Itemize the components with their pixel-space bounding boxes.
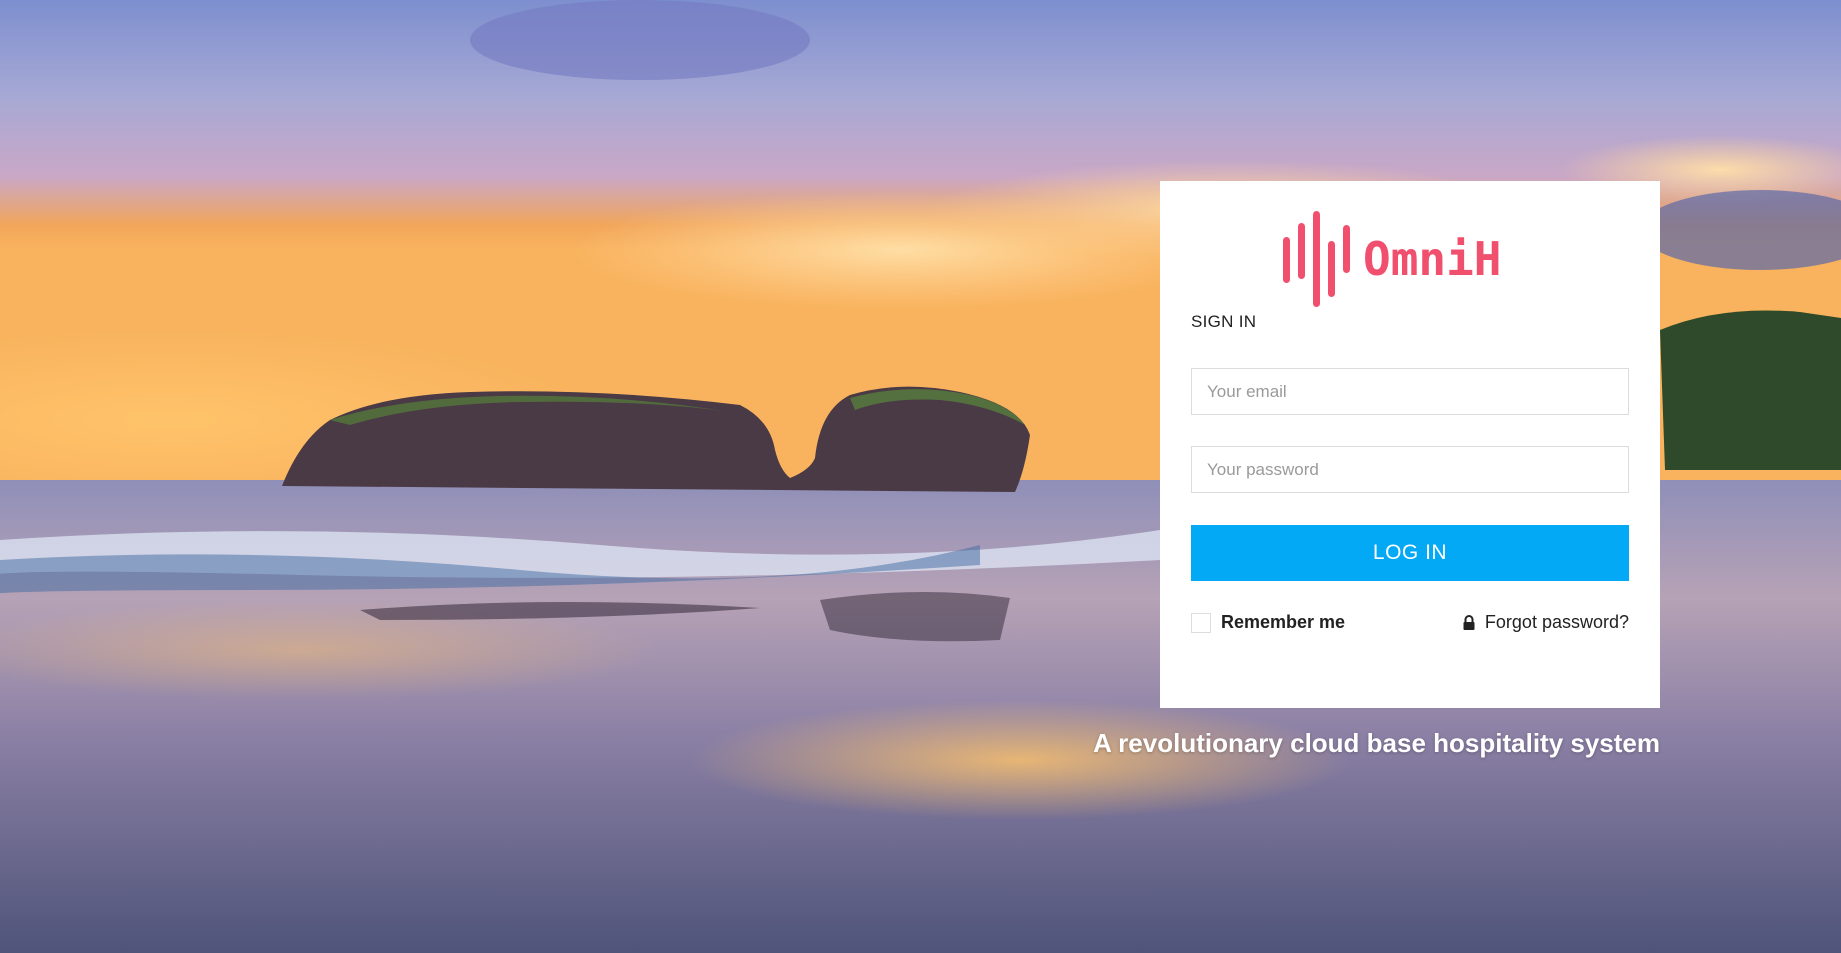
tagline: A revolutionary cloud base hospitality s… [1093, 728, 1660, 758]
remember-me-checkbox[interactable] [1191, 612, 1211, 633]
password-input[interactable] [1191, 446, 1629, 493]
login-card: OmniH SIGN IN LOG IN Remember me Forgot … [1160, 181, 1660, 708]
email-input[interactable] [1191, 368, 1629, 415]
svg-text:OmniH: OmniH [1363, 232, 1501, 286]
remember-me-label: Remember me [1221, 612, 1346, 632]
forgot-password-link[interactable]: Forgot password? [1462, 612, 1629, 633]
brand-logo: OmniH [1283, 211, 1539, 307]
sound-bars-logo-icon: OmniH [1283, 211, 1501, 307]
login-button[interactable]: LOG IN [1191, 525, 1629, 581]
sign-in-heading: SIGN IN [1191, 312, 1257, 331]
forgot-password-label: Forgot password? [1484, 612, 1629, 632]
lock-icon [1462, 614, 1476, 631]
remember-me-toggle[interactable]: Remember me [1191, 612, 1345, 633]
